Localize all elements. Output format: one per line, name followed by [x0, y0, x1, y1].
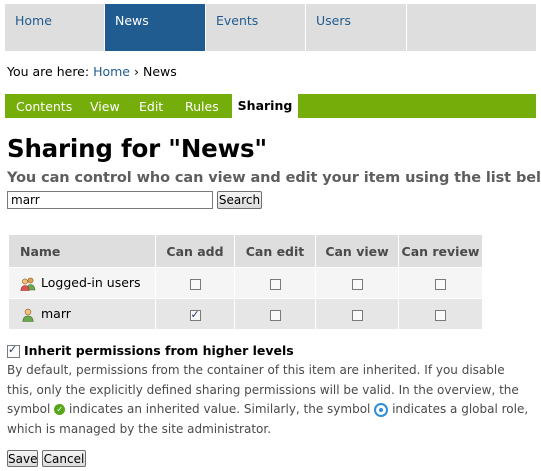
can-view-checkbox[interactable]: [351, 278, 363, 290]
can-add-checkbox[interactable]: [189, 308, 201, 321]
tab-view[interactable]: View: [90, 99, 120, 114]
tab-rules[interactable]: Rules: [185, 99, 219, 114]
search-input[interactable]: [7, 191, 213, 209]
can-edit-checkbox[interactable]: [269, 278, 281, 290]
inherit-permissions-row: Inherit permissions from higher levels: [7, 343, 294, 358]
inherit-permissions-checkbox[interactable]: [7, 343, 20, 358]
description-text: indicates an inherited value. Similarly,…: [69, 402, 371, 416]
can-review-checkbox[interactable]: [435, 309, 446, 321]
can-edit-cell: [234, 267, 316, 299]
inherited-check-icon: ✓: [54, 404, 66, 415]
page-subtitle: You can control who can view and edit yo…: [7, 170, 541, 186]
column-header-name: Name: [8, 234, 156, 268]
user-icon: [22, 308, 34, 322]
nav-tab-home[interactable]: Home: [5, 4, 104, 51]
tab-contents[interactable]: Contents: [16, 99, 72, 114]
search-button[interactable]: Search: [217, 191, 262, 209]
sharing-table: Name Can add Can edit Can view Can revie…: [8, 234, 483, 330]
can-review-cell: [398, 267, 483, 299]
can-view-checkbox[interactable]: [351, 309, 363, 321]
inherit-description: By default, permissions from the contain…: [7, 361, 532, 439]
table-row: Logged-in users: [8, 267, 483, 299]
table-row: marr: [8, 298, 483, 330]
nav-tab-news[interactable]: News: [105, 4, 205, 51]
tab-edit[interactable]: Edit: [139, 99, 163, 114]
row-name-label: marr: [41, 306, 71, 322]
table-header-row: Name Can add Can edit Can view Can revie…: [8, 234, 483, 268]
column-header-can-add: Can add: [155, 234, 235, 268]
breadcrumb-prefix: You are here:: [7, 64, 90, 79]
breadcrumb-separator: ›: [133, 64, 139, 79]
nav-tab-users[interactable]: Users: [306, 4, 406, 51]
can-view-cell: [315, 298, 399, 330]
row-name-cell: Logged-in users: [8, 267, 156, 299]
top-navigation: Home News Events Users: [5, 4, 536, 51]
breadcrumb-current: News: [142, 64, 177, 79]
can-review-cell: [398, 298, 483, 330]
page-title: Sharing for "News": [7, 134, 267, 163]
content-tabs: Contents View Edit Rules Sharing: [5, 94, 536, 118]
can-edit-cell: [234, 298, 316, 330]
nav-tab-events[interactable]: Events: [206, 4, 305, 51]
can-add-cell: [155, 267, 235, 299]
cancel-button[interactable]: Cancel: [42, 450, 86, 467]
can-view-cell: [315, 267, 399, 299]
save-button[interactable]: Save: [7, 450, 38, 467]
can-edit-checkbox[interactable]: [269, 309, 281, 321]
row-name-cell: marr: [8, 298, 156, 330]
inherit-permissions-label: Inherit permissions from higher levels: [24, 343, 294, 358]
column-header-can-view: Can view: [315, 234, 399, 268]
row-name-label: Logged-in users: [41, 275, 141, 291]
column-header-can-edit: Can edit: [234, 234, 316, 268]
column-header-can-review: Can review: [398, 234, 483, 268]
can-add-cell: [155, 298, 235, 330]
can-add-checkbox[interactable]: [189, 278, 201, 290]
breadcrumb-home-link[interactable]: Home: [93, 64, 130, 79]
nav-separator: [406, 4, 407, 51]
can-review-checkbox[interactable]: [435, 278, 446, 290]
group-users-icon: [20, 277, 36, 291]
global-role-icon: [374, 402, 389, 417]
breadcrumb: You are here: Home › News: [7, 64, 177, 79]
tab-sharing[interactable]: Sharing: [232, 94, 298, 118]
